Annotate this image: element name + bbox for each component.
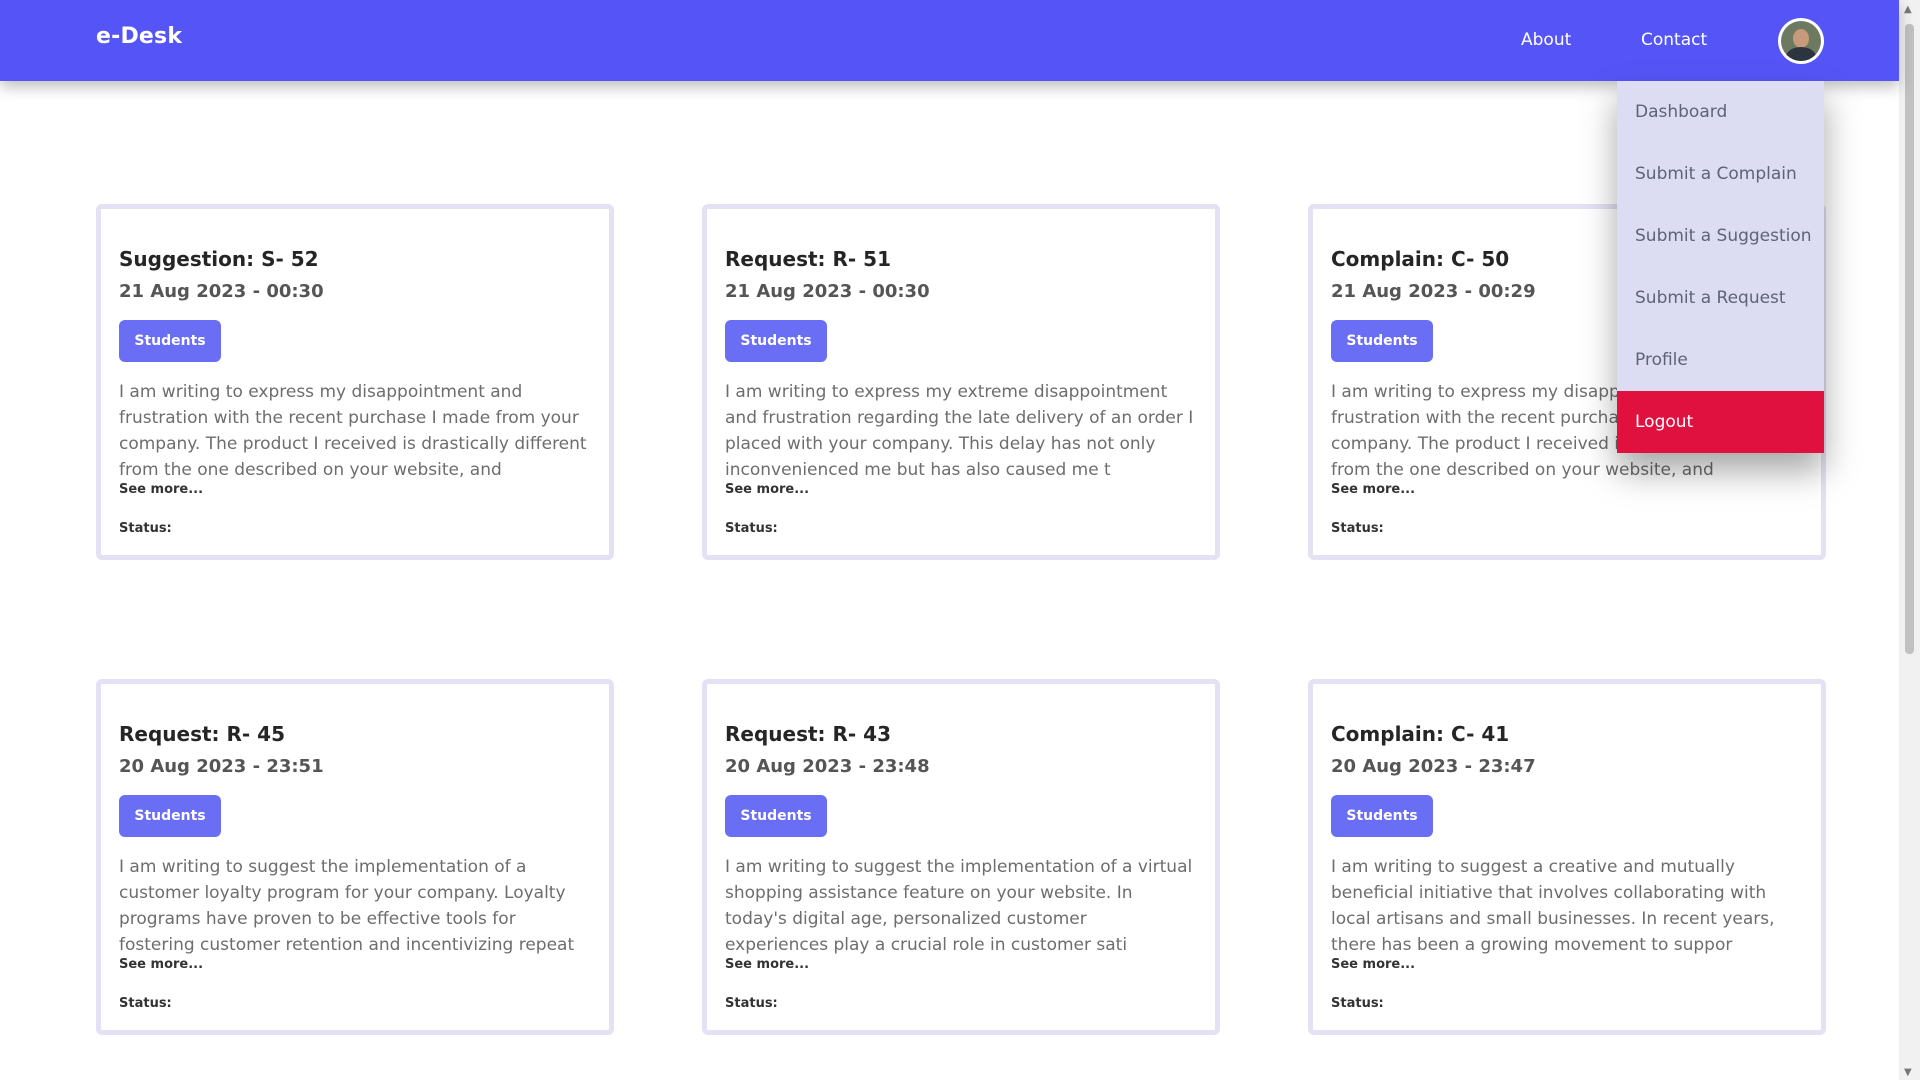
scroll-down-icon[interactable]: ▼ [1904,1067,1912,1078]
nav-link-about[interactable]: About [1521,30,1571,50]
top-navbar: e-Desk About Contact [0,0,1899,81]
menu-item-profile[interactable]: Profile [1617,329,1824,391]
post-card[interactable]: Suggestion: S- 52 21 Aug 2023 - 00:30 St… [96,204,614,560]
post-card[interactable]: Request: R- 43 20 Aug 2023 - 23:48 Stude… [702,679,1220,1035]
user-dropdown-menu: Dashboard Submit a Complain Submit a Sug… [1617,81,1824,453]
card-title: Request: R- 51 [725,247,892,271]
scrollbar-thumb[interactable] [1905,24,1914,654]
card-date: 20 Aug 2023 - 23:47 [1331,756,1536,777]
see-more-link[interactable]: See more... [1331,957,1415,972]
card-body-text: I am writing to suggest a creative and m… [1331,857,1775,955]
status-label: Status: [725,521,778,536]
card-date: 21 Aug 2023 - 00:30 [119,281,324,302]
status-label: Status: [1331,996,1384,1011]
post-card[interactable]: Request: R- 51 21 Aug 2023 - 00:30 Stude… [702,204,1220,560]
brand-logo[interactable]: e-Desk [96,24,182,49]
status-label: Status: [1331,521,1384,536]
menu-item-submit-request[interactable]: Submit a Request [1617,267,1824,329]
scroll-up-icon[interactable]: ▲ [1904,4,1912,15]
audience-badge[interactable]: Students [1331,795,1433,837]
audience-badge[interactable]: Students [1331,320,1433,362]
card-title: Suggestion: S- 52 [119,247,319,271]
user-avatar-button[interactable] [1778,18,1824,64]
card-date: 20 Aug 2023 - 23:48 [725,756,930,777]
card-date: 21 Aug 2023 - 00:30 [725,281,930,302]
see-more-link[interactable]: See more... [119,957,203,972]
card-title: Request: R- 43 [725,722,892,746]
avatar-icon [1781,21,1821,61]
menu-item-dashboard[interactable]: Dashboard [1617,81,1824,143]
page-scrollbar[interactable]: ▲ ▼ [1899,0,1920,1080]
card-date: 20 Aug 2023 - 23:51 [119,756,324,777]
post-card[interactable]: Request: R- 45 20 Aug 2023 - 23:51 Stude… [96,679,614,1035]
menu-item-logout[interactable]: Logout [1617,391,1824,453]
card-title: Complain: C- 41 [1331,722,1510,746]
status-label: Status: [119,996,172,1011]
post-card[interactable]: Complain: C- 41 20 Aug 2023 - 23:47 Stud… [1308,679,1826,1035]
see-more-link[interactable]: See more... [1331,482,1415,497]
audience-badge[interactable]: Students [725,795,827,837]
see-more-link[interactable]: See more... [725,482,809,497]
menu-item-submit-suggestion[interactable]: Submit a Suggestion [1617,205,1824,267]
card-title: Request: R- 45 [119,722,286,746]
status-label: Status: [119,521,172,536]
audience-badge[interactable]: Students [119,320,221,362]
see-more-link[interactable]: See more... [725,957,809,972]
avatar-face-shape [1793,29,1809,48]
see-more-link[interactable]: See more... [119,482,203,497]
card-body-text: I am writing to express my disappointmen… [119,382,587,480]
card-body-text: I am writing to suggest the implementati… [119,857,575,955]
audience-badge[interactable]: Students [725,320,827,362]
nav-link-contact[interactable]: Contact [1641,30,1707,50]
audience-badge[interactable]: Students [119,795,221,837]
menu-item-submit-complain[interactable]: Submit a Complain [1617,143,1824,205]
card-date: 21 Aug 2023 - 00:29 [1331,281,1536,302]
status-label: Status: [725,996,778,1011]
card-title: Complain: C- 50 [1331,247,1510,271]
card-body-text: I am writing to suggest the implementati… [725,857,1193,955]
card-body-text: I am writing to express my extreme disap… [725,382,1194,480]
avatar-body-shape [1786,47,1816,61]
